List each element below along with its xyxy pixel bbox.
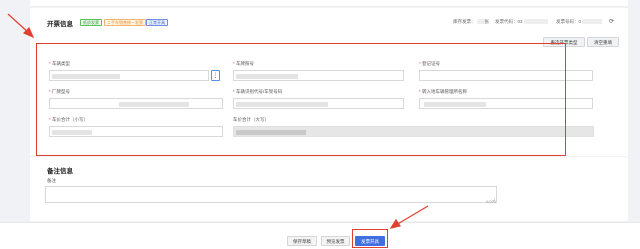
invoice-code-label: 发票代码：03 (495, 19, 523, 24)
tag-normal-issue: 正常开具 (146, 19, 168, 26)
clear-refill-button[interactable]: 清空重填 (587, 37, 619, 47)
issue-invoice-button[interactable]: 发票开具 (355, 236, 385, 246)
notes-section-title: 备注信息 (47, 168, 73, 175)
invoice-section-title: 开票信息 (47, 21, 73, 28)
invoice-code-placeholder (523, 19, 548, 25)
invoice-number: 发票号码：0 (556, 19, 603, 25)
highlight-frame-form (36, 43, 566, 156)
tag-used-car-invoice: 二手车销售统一发票 (104, 19, 146, 26)
save-draft-button[interactable]: 保存草稿 (287, 236, 317, 246)
stock-value-placeholder (476, 19, 485, 25)
invoice-number-placeholder (582, 19, 603, 25)
stock-label: 库存发票： (453, 19, 476, 24)
invoice-code: 发票代码：03 (495, 19, 548, 25)
tag-paper-invoice: 纸质发票 (80, 19, 102, 26)
stock-count: 库存发票： 张 (453, 19, 489, 25)
invoice-number-label: 发票号码：0 (556, 19, 582, 24)
previous-card (30, 0, 628, 7)
preview-invoice-button[interactable]: 预览发票 (321, 236, 350, 246)
notes-label: 备注 (47, 178, 56, 183)
stock-unit: 张 (484, 19, 490, 24)
footer-bar (0, 222, 640, 249)
refresh-icon[interactable]: ⟳ (609, 18, 614, 25)
notes-char-counter: 0/200 (486, 199, 497, 204)
notes-textarea[interactable]: ⌟ (45, 186, 497, 203)
